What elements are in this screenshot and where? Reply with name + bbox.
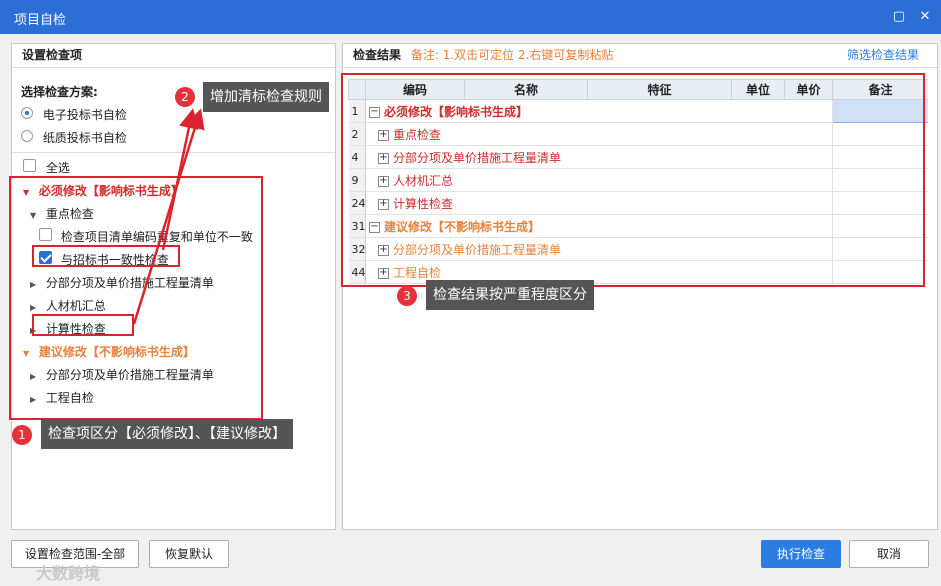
annotation-badge-2: 2: [175, 87, 195, 107]
restore-icon[interactable]: ▢: [889, 7, 909, 27]
restore-default-button[interactable]: 恢复默认: [149, 540, 229, 568]
annotation-callout-1: 检查项区分【必须修改】、【建议修改】: [41, 419, 293, 449]
arrow-2: [132, 108, 205, 325]
watermark: 大数跨境: [36, 564, 101, 583]
execute-check-button[interactable]: 执行检查: [761, 540, 841, 568]
annotation-callout-3: 检查结果按严重程度区分: [426, 280, 594, 310]
annotation-callout-2: 增加清标检查规则: [203, 82, 329, 112]
cancel-button[interactable]: 取消: [849, 540, 929, 568]
title-bar: 项目自检 ▢ ✕: [0, 0, 941, 34]
dialog-body: 设置检查项 选择检查方案: 电子投标书自检 纸质投标书自检 全选 ▼ 必须修改【…: [0, 34, 941, 586]
close-icon[interactable]: ✕: [915, 7, 935, 27]
window-title: 项目自检: [14, 13, 67, 28]
annotation-badge-1: 1: [12, 425, 32, 445]
annotation-badge-3: 3: [397, 286, 417, 306]
arrows-overlay: [132, 108, 205, 325]
